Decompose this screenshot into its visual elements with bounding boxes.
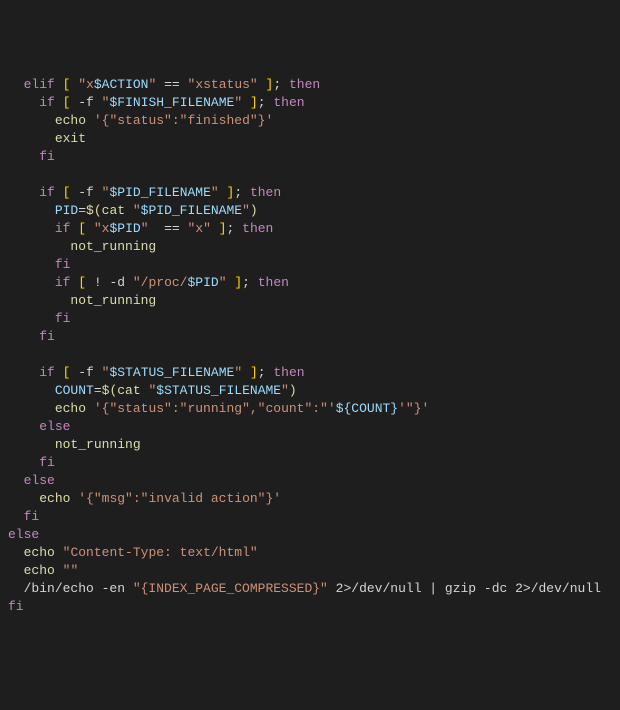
code-line: fi xyxy=(8,256,612,274)
code-line: if [ -f "$STATUS_FILENAME" ]; then xyxy=(8,364,612,382)
code-line: COUNT=$(cat "$STATUS_FILENAME") xyxy=(8,382,612,400)
code-line: if [ -f "$FINISH_FILENAME" ]; then xyxy=(8,94,612,112)
code-line: if [ -f "$PID_FILENAME" ]; then xyxy=(8,184,612,202)
code-line: if [ "x$PID" == "x" ]; then xyxy=(8,220,612,238)
code-line: else xyxy=(8,472,612,490)
code-line: not_running xyxy=(8,436,612,454)
code-line: echo "" xyxy=(8,562,612,580)
code-line: echo '{"msg":"invalid action"}' xyxy=(8,490,612,508)
code-line: fi xyxy=(8,598,612,616)
code-line: /bin/echo -en "{INDEX_PAGE_COMPRESSED}" … xyxy=(8,580,612,598)
code-line: elif [ "x$ACTION" == "xstatus" ]; then xyxy=(8,76,612,94)
code-line: exit xyxy=(8,130,612,148)
code-line: fi xyxy=(8,508,612,526)
code-line xyxy=(8,346,612,364)
code-line xyxy=(8,166,612,184)
code-line: else xyxy=(8,526,612,544)
code-line: not_running xyxy=(8,238,612,256)
code-line: echo '{"status":"finished"}' xyxy=(8,112,612,130)
code-line: fi xyxy=(8,148,612,166)
code-line: echo "Content-Type: text/html" xyxy=(8,544,612,562)
code-line: fi xyxy=(8,328,612,346)
code-line: echo '{"status":"running","count":"'${CO… xyxy=(8,400,612,418)
code-line: not_running xyxy=(8,292,612,310)
code-block: elif [ "x$ACTION" == "xstatus" ]; then i… xyxy=(8,76,612,616)
code-line: if [ ! -d "/proc/$PID" ]; then xyxy=(8,274,612,292)
code-line: fi xyxy=(8,454,612,472)
code-line: PID=$(cat "$PID_FILENAME") xyxy=(8,202,612,220)
code-line: fi xyxy=(8,310,612,328)
code-line: else xyxy=(8,418,612,436)
